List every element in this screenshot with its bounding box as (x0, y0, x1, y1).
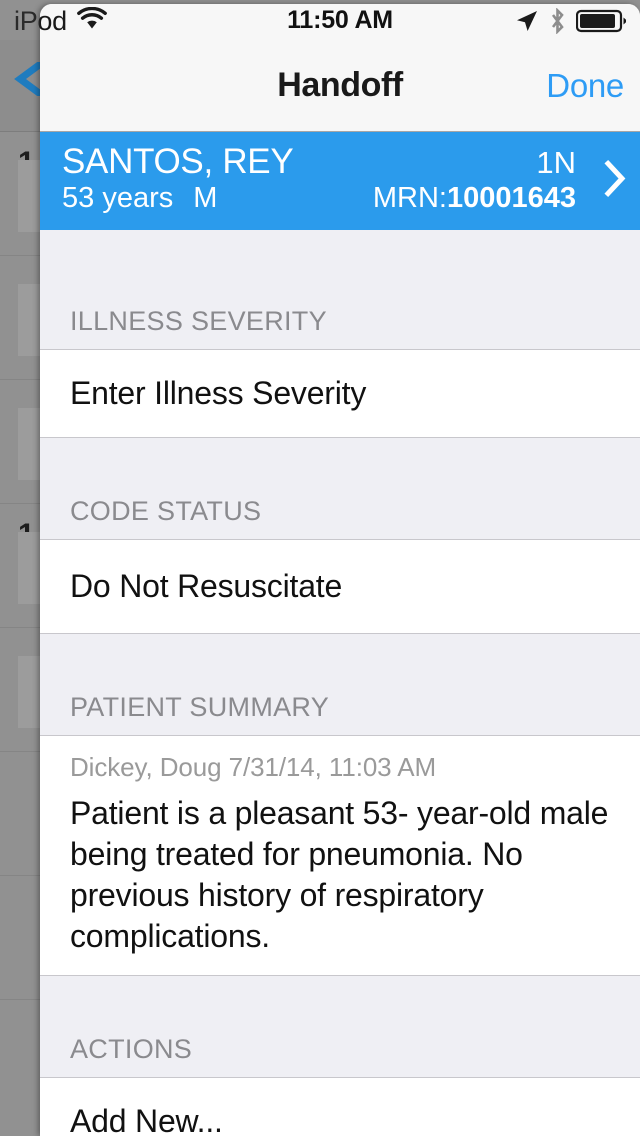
patient-summary-meta: Dickey, Doug 7/31/14, 11:03 AM (70, 752, 437, 782)
chevron-right-icon[interactable] (602, 159, 628, 204)
battery-icon (575, 9, 628, 38)
section-label: PATIENT SUMMARY (70, 692, 330, 722)
patient-header-top-line: SANTOS, REY 1N (62, 142, 622, 182)
illness-severity-value: Enter Illness Severity (70, 375, 367, 411)
section-label: ACTIONS (70, 1033, 193, 1064)
patient-summary-body: Patient is a pleasant 53- year-old male … (70, 795, 609, 954)
location-arrow-icon (515, 9, 539, 38)
section-header-patient-summary: PATIENT SUMMARY (40, 634, 640, 736)
section-header-code-status: CODE STATUS (40, 438, 640, 540)
patient-header-row[interactable]: SANTOS, REY 1N 53 years M MRN:10001643 (40, 132, 640, 230)
patient-mrn-value: 10001643 (446, 182, 576, 214)
patient-mrn-label: MRN: (372, 182, 447, 214)
handoff-modal-panel: iPod 11:50 AM (40, 4, 640, 1136)
navigation-bar: Handoff Done (40, 40, 640, 132)
patient-name: SANTOS, REY (62, 142, 294, 181)
patient-sex: M (193, 182, 218, 214)
code-status-value: Do Not Resuscitate (70, 568, 343, 604)
illness-severity-row[interactable]: Enter Illness Severity (40, 350, 640, 438)
status-bar: iPod 11:50 AM (40, 4, 640, 40)
status-bar-right-group (515, 7, 628, 39)
section-label: CODE STATUS (70, 496, 262, 526)
patient-header-bottom-line: 53 years M MRN:10001643 (62, 182, 622, 215)
bluetooth-icon (549, 7, 566, 39)
section-label: ILLNESS SEVERITY (70, 306, 327, 336)
done-button[interactable]: Done (546, 67, 624, 105)
section-header-actions: ACTIONS (40, 975, 640, 1078)
code-status-row[interactable]: Do Not Resuscitate (40, 540, 640, 634)
patient-summary-row[interactable]: Dickey, Doug 7/31/14, 11:03 AM Patient i… (40, 736, 640, 976)
add-new-label: Add New... (70, 1102, 223, 1136)
patient-mrn: MRN:10001643 (373, 182, 622, 215)
add-new-action-row[interactable]: Add New... (40, 1077, 640, 1136)
patient-age: 53 years (62, 182, 174, 214)
section-header-illness-severity: ILLNESS SEVERITY (40, 230, 640, 350)
page-title: Handoff (277, 66, 403, 104)
